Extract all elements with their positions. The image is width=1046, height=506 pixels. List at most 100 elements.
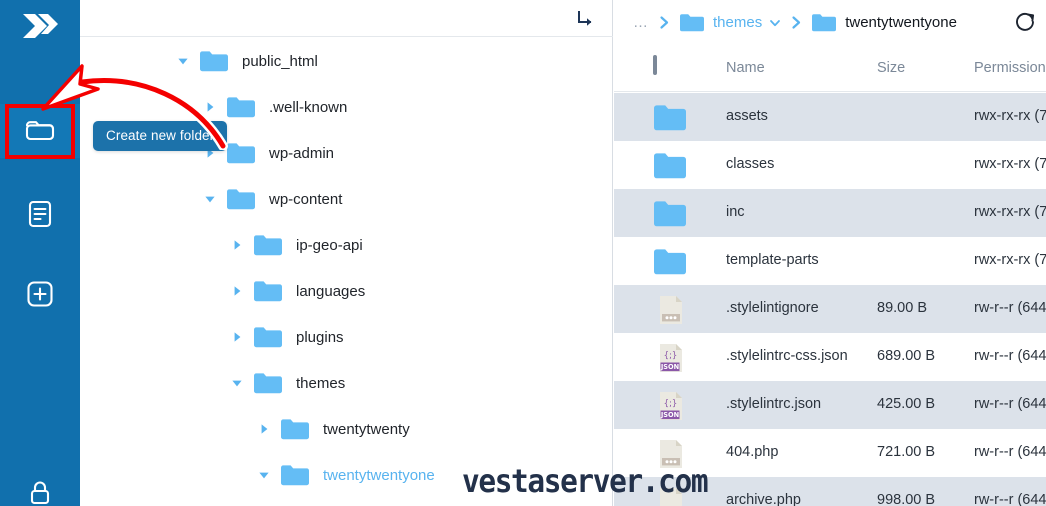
file-text-icon	[28, 200, 52, 228]
tree-item-label: wp-content	[269, 190, 343, 208]
tree-item-label: themes	[296, 374, 346, 392]
tree-item-label: twentytwentyone	[323, 466, 435, 484]
folder-icon	[227, 96, 255, 118]
tree-panel-header	[80, 0, 613, 37]
caret-down-icon[interactable]	[203, 192, 217, 206]
folder-icon	[227, 142, 255, 164]
table-row[interactable]: archive.php 998.00 B rw-r--r (644	[614, 477, 1046, 506]
folder-icon	[254, 280, 282, 302]
caret-right-icon[interactable]	[230, 284, 244, 298]
sidebar-item-upload[interactable]	[0, 267, 80, 321]
file-name: .stylelintignore	[726, 300, 819, 316]
folder-icon	[653, 199, 687, 229]
tree-item-twentytwentyone[interactable]: twentytwentyone	[80, 452, 613, 498]
table-row[interactable]: inc rwx-rx-rx (7	[614, 189, 1046, 237]
breadcrumb-item-twentytwentyone[interactable]: twentytwentyone	[812, 13, 957, 32]
table-row[interactable]: {;} JSON .stylelintrc.json 425.00 B rw-r--r …	[614, 381, 1046, 429]
tree-item-plugins[interactable]: plugins	[80, 314, 613, 360]
folder-icon	[254, 234, 282, 256]
file-name: archive.php	[726, 492, 801, 506]
folder-icon	[200, 50, 228, 72]
folder-icon	[254, 372, 282, 394]
file-permission: rw-r--r (644	[974, 300, 1046, 316]
folder-icon	[281, 418, 309, 440]
breadcrumb-chevron-right-icon	[790, 15, 803, 30]
breadcrumb-label: themes	[713, 14, 763, 31]
file-name: classes	[726, 156, 775, 172]
table-row[interactable]: template-parts rwx-rx-rx (7	[614, 237, 1046, 285]
caret-right-icon[interactable]	[257, 422, 271, 436]
tree-item-wp-content[interactable]: wp-content	[80, 176, 613, 222]
caret-right-icon[interactable]	[230, 238, 244, 252]
go-to-subfolder-icon[interactable]	[575, 9, 595, 29]
file-permission: rwx-rx-rx (7	[974, 252, 1046, 268]
folder-icon	[25, 121, 55, 141]
svg-text:JSON: JSON	[660, 363, 679, 371]
tree-item-public-html[interactable]: public_html	[80, 38, 613, 84]
file-permission: rw-r--r (644	[974, 492, 1046, 506]
file-permission: rw-r--r (644	[974, 444, 1046, 460]
tree-item-label: plugins	[296, 328, 344, 346]
sidebar-item-account[interactable]	[0, 480, 80, 506]
directory-tree-list[interactable]: public_html .well-known wp-admin wp-content…	[80, 38, 613, 506]
table-row[interactable]: classes rwx-rx-rx (7	[614, 141, 1046, 189]
caret-right-icon[interactable]	[230, 330, 244, 344]
tooltip-create-new-folder: Create new folder	[93, 121, 228, 151]
file-size: 689.00 B	[877, 348, 936, 364]
refresh-icon[interactable]	[1014, 11, 1036, 33]
column-header-name[interactable]: Name	[726, 60, 765, 76]
file-name: template-parts	[726, 252, 819, 268]
breadcrumb-item-themes[interactable]: themes	[680, 13, 781, 32]
tree-item-label: ip-geo-api	[296, 236, 363, 254]
table-row[interactable]: assets rwx-rx-rx (7	[614, 93, 1046, 141]
sidebar-item-create-new-folder[interactable]	[0, 104, 80, 158]
tree-item-ip-geo-api[interactable]: ip-geo-api	[80, 222, 613, 268]
table-row[interactable]: {;} JSON .stylelintrc-css.json 689.00 B rw-r…	[614, 333, 1046, 381]
folder-icon	[812, 13, 837, 32]
file-list-panel: … themes twentytwentyone Name Size Permi…	[614, 0, 1046, 506]
file-icon	[653, 295, 687, 325]
file-permission: rwx-rx-rx (7	[974, 204, 1046, 220]
file-permission: rw-r--r (644	[974, 396, 1046, 412]
sidebar-item-create-new-file[interactable]	[0, 187, 80, 241]
folder-icon	[281, 464, 309, 486]
folder-icon	[653, 151, 687, 181]
chevron-down-icon[interactable]	[769, 17, 781, 29]
caret-right-icon[interactable]	[203, 100, 217, 114]
file-size: 721.00 B	[877, 444, 936, 460]
file-table-header: Name Size Permission	[614, 45, 1046, 92]
double-chevron-logo	[23, 14, 58, 38]
file-table-body[interactable]: assets rwx-rx-rx (7 classes rwx-rx-rx (7 inc…	[614, 93, 1046, 506]
file-permission: rw-r--r (644	[974, 348, 1046, 364]
table-row[interactable]: 404.php 721.00 B rw-r--r (644	[614, 429, 1046, 477]
left-icon-rail	[0, 0, 80, 506]
file-size: 998.00 B	[877, 492, 936, 506]
caret-down-icon[interactable]	[176, 54, 190, 68]
file-name: 404.php	[726, 444, 779, 460]
json-icon: {;} JSON	[653, 391, 687, 421]
folder-icon	[653, 103, 687, 133]
tree-item-twentytwenty[interactable]: twentytwenty	[80, 406, 613, 452]
breadcrumb-ellipsis[interactable]: …	[633, 14, 649, 31]
file-name: assets	[726, 108, 768, 124]
folder-icon	[254, 326, 282, 348]
directory-tree-panel: public_html .well-known wp-admin wp-content…	[80, 0, 613, 506]
svg-text:{;}: {;}	[664, 351, 678, 361]
tree-item-themes[interactable]: themes	[80, 360, 613, 406]
tree-item-label: public_html	[242, 52, 318, 70]
column-header-permission[interactable]: Permission	[974, 60, 1046, 76]
column-header-size[interactable]: Size	[877, 60, 905, 76]
table-row[interactable]: .stylelintignore 89.00 B rw-r--r (644	[614, 285, 1046, 333]
tree-item-languages[interactable]: languages	[80, 268, 613, 314]
file-size: 425.00 B	[877, 396, 936, 412]
lock-icon	[30, 481, 50, 505]
app-logo[interactable]	[0, 0, 80, 52]
folder-icon	[653, 247, 687, 277]
folder-icon	[227, 188, 255, 210]
file-size: 89.00 B	[877, 300, 927, 316]
caret-down-icon[interactable]	[230, 376, 244, 390]
caret-down-icon[interactable]	[257, 468, 271, 482]
select-all-checkbox[interactable]	[653, 55, 657, 75]
file-icon	[653, 439, 687, 469]
tree-item-label: .well-known	[269, 98, 348, 116]
